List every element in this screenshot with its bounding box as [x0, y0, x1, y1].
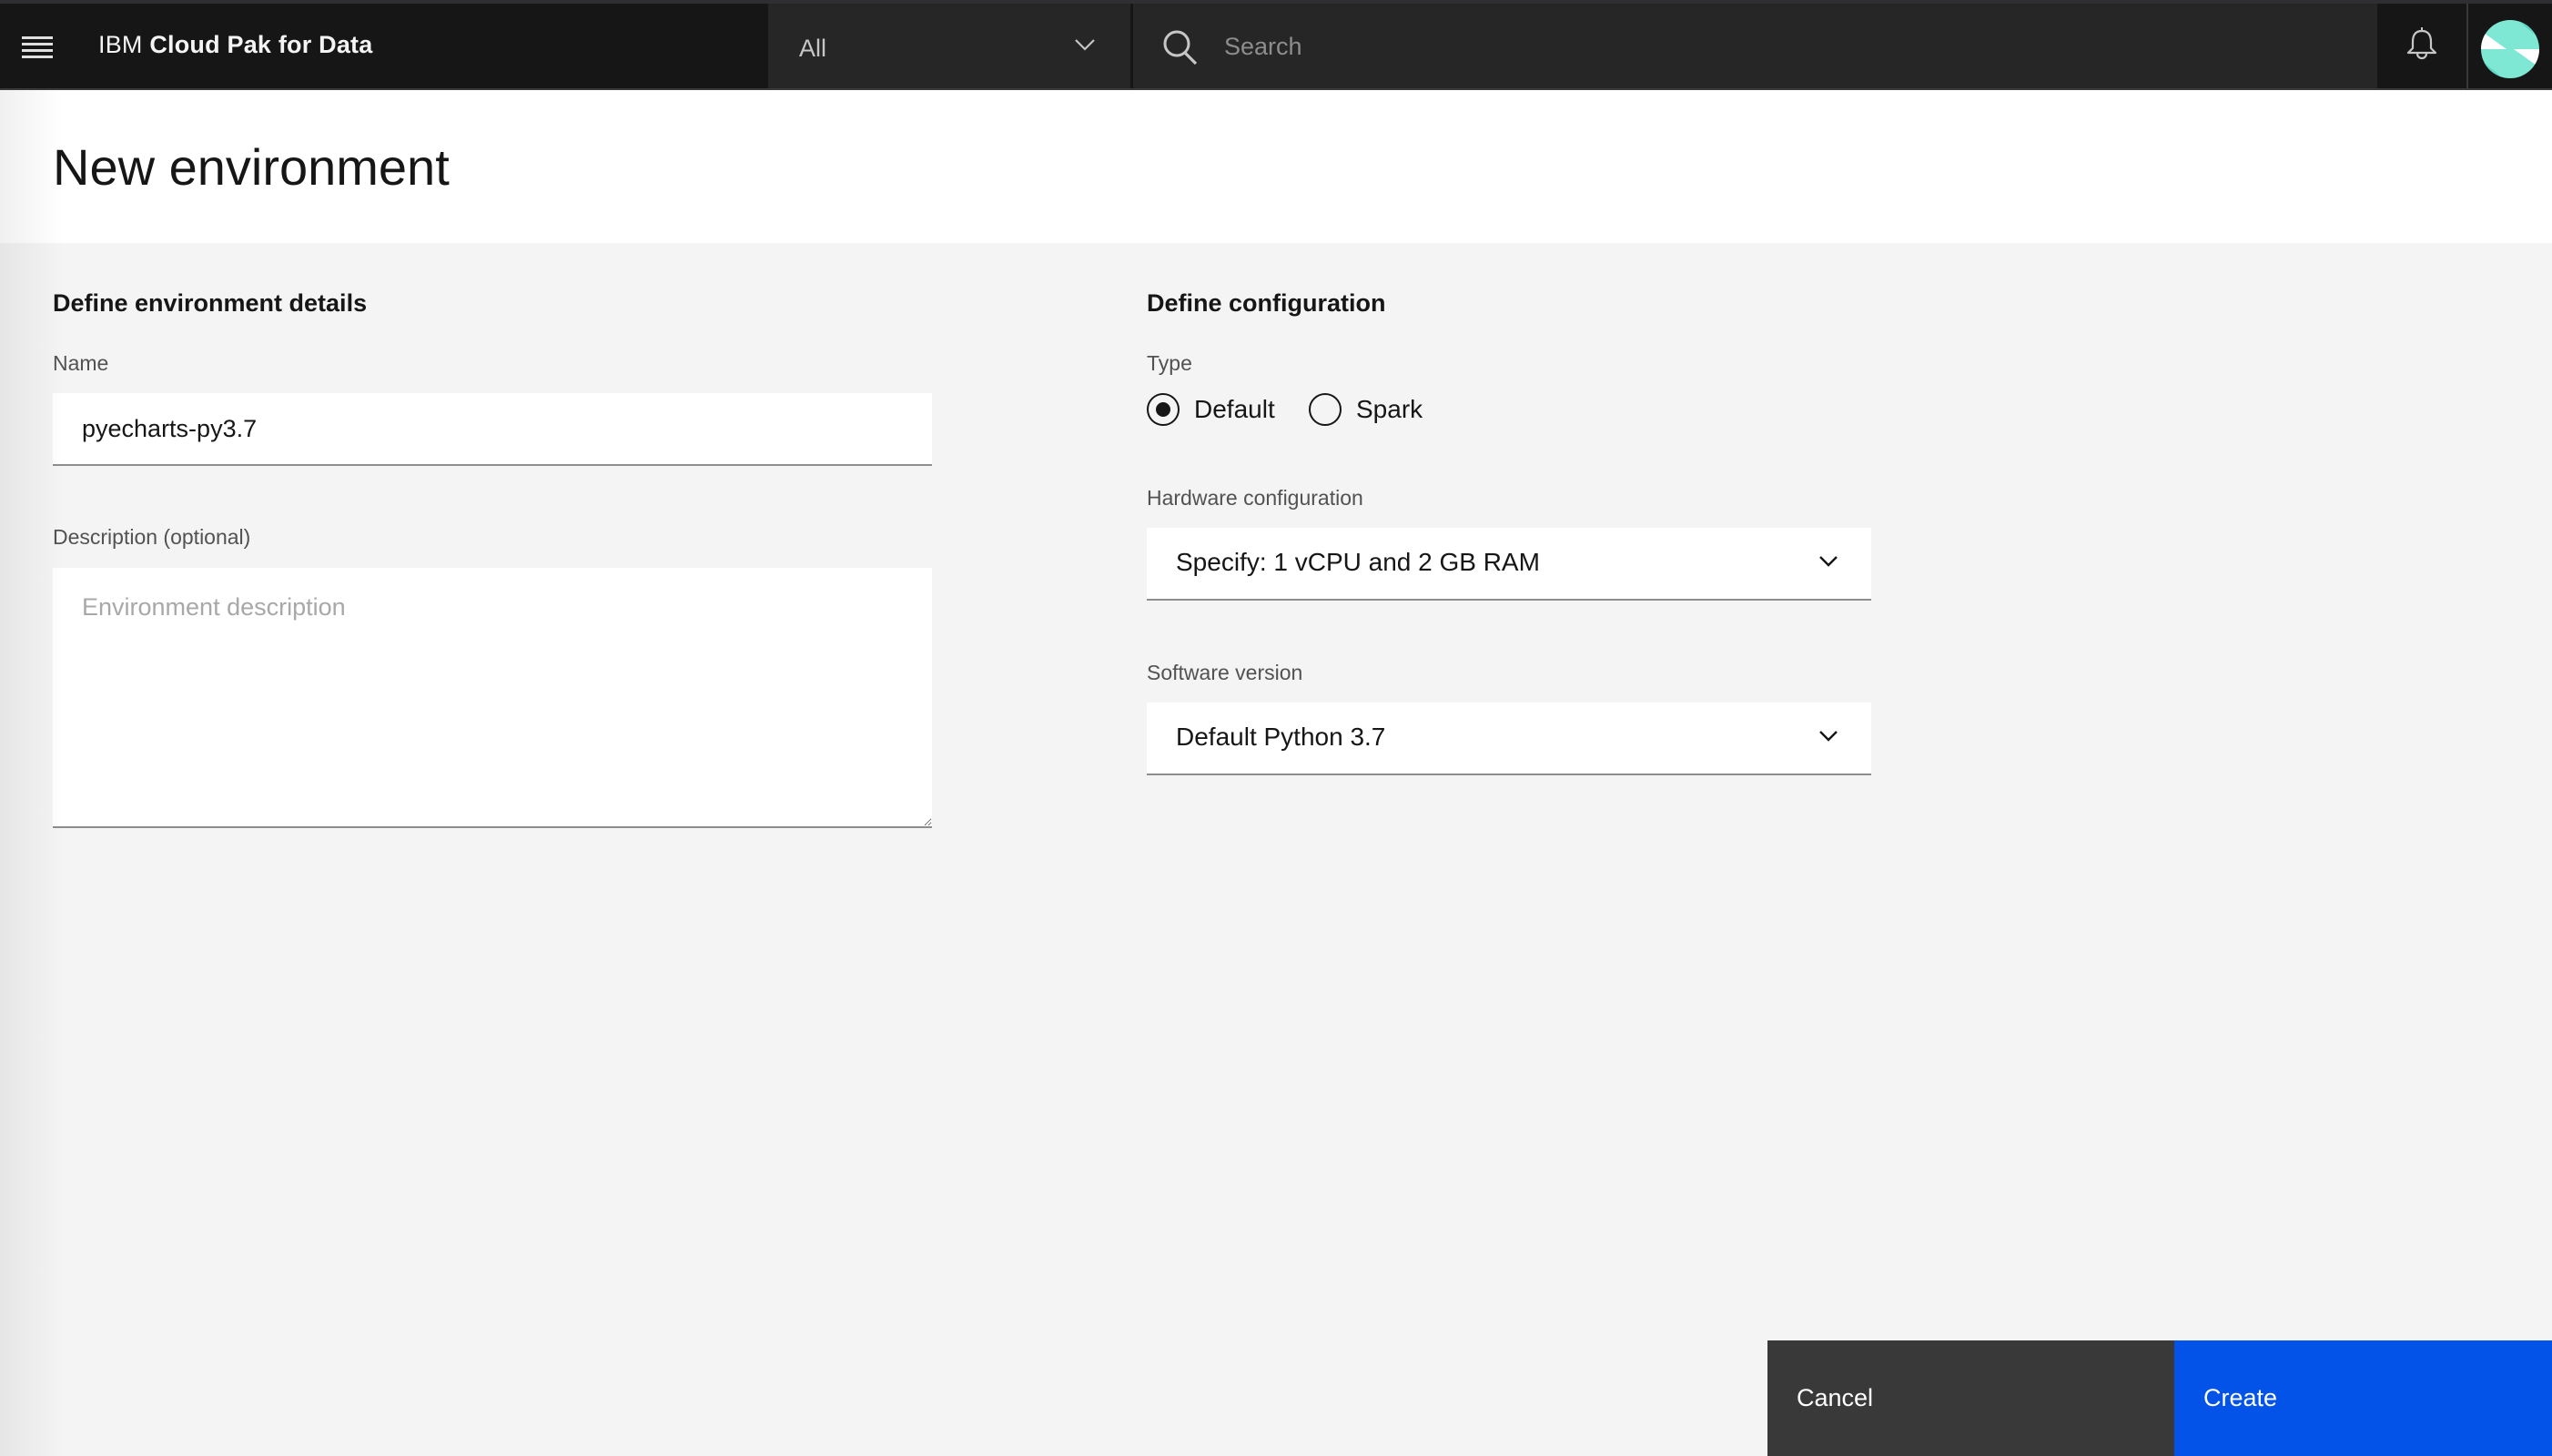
details-section-title: Define environment details [53, 289, 368, 317]
brand-prefix: IBM [98, 31, 143, 58]
software-version-label: Software version [1147, 661, 1303, 684]
chevron-down-icon [1818, 730, 1838, 747]
type-radio-spark[interactable]: Spark [1309, 393, 1423, 426]
brand-name: Cloud Pak for Data [149, 31, 373, 58]
scope-dropdown-value: All [799, 35, 827, 62]
avatar-image [2481, 20, 2539, 78]
notifications-button[interactable] [2377, 4, 2466, 88]
menu-icon[interactable] [22, 36, 55, 60]
page-title: New environment [53, 138, 450, 196]
chevron-down-icon [1818, 555, 1838, 572]
global-search [1131, 4, 2377, 88]
type-label: Type [1147, 351, 1192, 375]
radio-button-unchecked[interactable] [1309, 393, 1342, 426]
page-header: New environment [0, 90, 2552, 243]
hardware-config-value: Specify: 1 vCPU and 2 GB RAM [1176, 548, 1540, 576]
name-label: Name [53, 351, 109, 375]
product-name[interactable]: IBM Cloud Pak for Data [98, 31, 372, 59]
radio-label-spark: Spark [1356, 395, 1423, 423]
hardware-config-select[interactable]: Specify: 1 vCPU and 2 GB RAM [1147, 528, 1871, 601]
name-input[interactable] [53, 393, 932, 466]
user-avatar[interactable] [2466, 4, 2552, 88]
type-radio-default[interactable]: Default [1147, 393, 1275, 426]
top-nav-bar: IBM Cloud Pak for Data All [0, 0, 2552, 90]
hardware-config-label: Hardware configuration [1147, 486, 1363, 510]
configuration-section-title: Define configuration [1147, 289, 1386, 317]
description-label: Description (optional) [53, 525, 251, 549]
search-icon[interactable] [1160, 27, 1200, 72]
software-version-select[interactable]: Default Python 3.7 [1147, 703, 1871, 775]
software-version-value: Default Python 3.7 [1176, 723, 1386, 751]
create-button[interactable]: Create [2174, 1340, 2552, 1456]
description-textarea[interactable] [53, 568, 932, 828]
scope-dropdown[interactable]: All [768, 4, 1130, 88]
radio-button-checked[interactable] [1147, 393, 1180, 426]
cancel-button[interactable]: Cancel [1767, 1340, 2174, 1456]
chevron-down-icon [1074, 38, 1096, 56]
search-input[interactable] [1224, 24, 2316, 69]
notification-bell-icon [2404, 25, 2440, 67]
radio-label-default: Default [1194, 395, 1275, 423]
